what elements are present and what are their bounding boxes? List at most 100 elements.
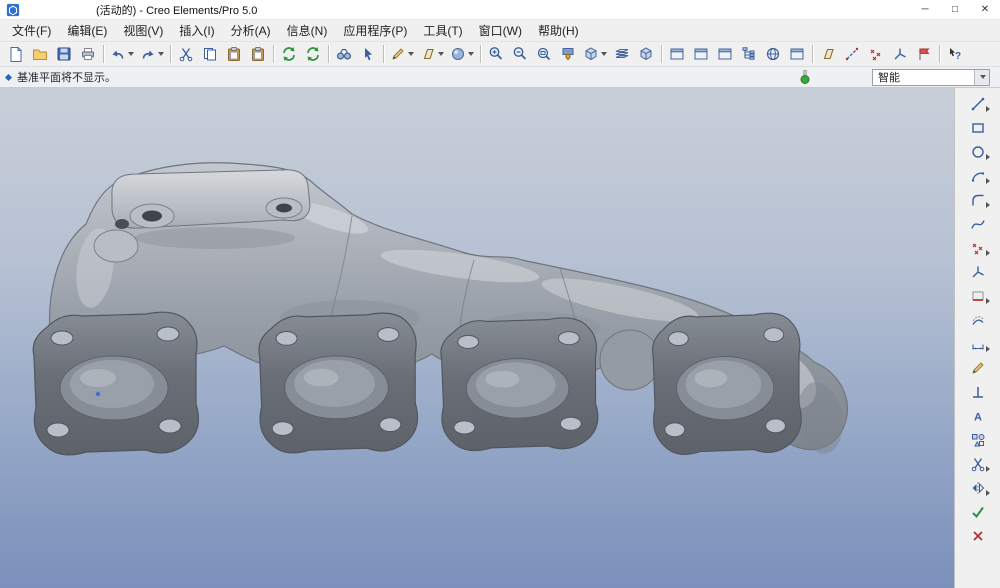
exhaust-flange-3[interactable]	[441, 318, 598, 451]
datum-plane-toggle-button[interactable]	[816, 43, 840, 65]
exhaust-manifold-model[interactable]	[0, 88, 954, 588]
render-style-button[interactable]	[447, 43, 477, 65]
resize-window-button[interactable]	[785, 43, 809, 65]
zoom-out-button[interactable]	[508, 43, 532, 65]
annotation-toggle-button[interactable]	[912, 43, 936, 65]
menu-info[interactable]: 信息(N)	[279, 20, 336, 41]
modify-tool-button[interactable]	[964, 356, 992, 380]
text-tool-button[interactable]	[964, 404, 992, 428]
copy-button[interactable]	[198, 43, 222, 65]
view-manager-button[interactable]	[634, 43, 658, 65]
datum-axis-toggle-button[interactable]	[840, 43, 864, 65]
arc-tool-button[interactable]	[964, 164, 992, 188]
menu-bar: 文件(F) 编辑(E) 视图(V) 插入(I) 分析(A) 信息(N) 应用程序…	[0, 20, 1000, 41]
coordinate-system-tool-button[interactable]	[964, 260, 992, 284]
exhaust-flange-1[interactable]	[33, 312, 198, 455]
custom-regenerate-button[interactable]	[301, 43, 325, 65]
refit-button[interactable]	[532, 43, 556, 65]
close-button[interactable]: ✕	[970, 0, 1000, 19]
layers-button[interactable]	[610, 43, 634, 65]
paste-special-button[interactable]	[246, 43, 270, 65]
redo-dropdown-icon[interactable]	[158, 52, 164, 56]
selection-filter-value: 智能	[878, 69, 900, 85]
render-style-dropdown-icon[interactable]	[468, 52, 474, 56]
cancel-tool-button[interactable]	[964, 524, 992, 548]
model-tree-button[interactable]	[737, 43, 761, 65]
undo-dropdown-icon[interactable]	[128, 52, 134, 56]
minimize-button[interactable]: ─	[910, 0, 940, 19]
activate-window-button[interactable]	[713, 43, 737, 65]
constraint-tool-button[interactable]	[964, 380, 992, 404]
spline-tool-button[interactable]	[964, 212, 992, 236]
done-button[interactable]	[964, 500, 992, 524]
exhaust-flange-2[interactable]	[259, 313, 418, 453]
trim-tool-button[interactable]	[964, 452, 992, 476]
browser-toggle-button[interactable]	[761, 43, 785, 65]
flyout-arrow-icon[interactable]	[986, 250, 990, 256]
open-folder-button[interactable]	[28, 43, 52, 65]
menu-tools[interactable]: 工具(T)	[415, 20, 470, 41]
paste-button[interactable]	[222, 43, 246, 65]
model-display-dropdown-icon[interactable]	[408, 52, 414, 56]
flyout-arrow-icon[interactable]	[986, 202, 990, 208]
datum-point-toggle-button[interactable]	[864, 43, 888, 65]
flyout-arrow-icon[interactable]	[986, 154, 990, 160]
flyout-arrow-icon[interactable]	[986, 106, 990, 112]
exhaust-flange-4[interactable]	[652, 313, 801, 454]
selection-filter-dropdown-button[interactable]	[974, 70, 989, 85]
toolbar-separator	[383, 45, 384, 63]
maximize-button[interactable]: □	[940, 0, 970, 19]
context-help-button[interactable]	[943, 43, 967, 65]
message-text: 基准平面将不显示。	[17, 69, 116, 85]
repaint-button[interactable]	[556, 43, 580, 65]
flyout-arrow-icon[interactable]	[986, 178, 990, 184]
saved-views-dropdown-icon[interactable]	[601, 52, 607, 56]
new-window-button[interactable]	[665, 43, 689, 65]
chevron-down-icon	[980, 75, 986, 79]
toolbar-separator	[812, 45, 813, 63]
menu-window[interactable]: 窗口(W)	[471, 20, 530, 41]
zoom-in-button[interactable]	[484, 43, 508, 65]
menu-edit[interactable]: 编辑(E)	[59, 20, 115, 41]
rectangle-tool-button[interactable]	[964, 116, 992, 140]
flyout-arrow-icon[interactable]	[986, 346, 990, 352]
new-file-button[interactable]	[4, 43, 28, 65]
menu-help[interactable]: 帮助(H)	[530, 20, 587, 41]
menu-applications[interactable]: 应用程序(P)	[335, 20, 415, 41]
selection-filter[interactable]: 智能	[872, 69, 990, 86]
close-window-button[interactable]	[689, 43, 713, 65]
use-edge-tool-button[interactable]	[964, 284, 992, 308]
menu-analysis[interactable]: 分析(A)	[223, 20, 279, 41]
menu-file[interactable]: 文件(F)	[4, 20, 59, 41]
mirror-tool-button[interactable]	[964, 476, 992, 500]
fillet-tool-button[interactable]	[964, 188, 992, 212]
regenerate-button[interactable]	[277, 43, 301, 65]
saved-views-button[interactable]	[580, 43, 610, 65]
csys-toggle-button[interactable]	[888, 43, 912, 65]
circle-tool-button[interactable]	[964, 140, 992, 164]
window-title: (活动的) - Creo Elements/Pro 5.0	[96, 2, 257, 18]
cut-button[interactable]	[174, 43, 198, 65]
model-display-button[interactable]	[387, 43, 417, 65]
print-button[interactable]	[76, 43, 100, 65]
datum-display-button[interactable]	[417, 43, 447, 65]
palette-tool-button[interactable]	[964, 428, 992, 452]
undo-button[interactable]	[107, 43, 137, 65]
point-tool-button[interactable]	[964, 236, 992, 260]
line-tool-button[interactable]	[964, 92, 992, 116]
flyout-arrow-icon[interactable]	[986, 466, 990, 472]
redo-button[interactable]	[137, 43, 167, 65]
message-bar-right: 智能	[798, 69, 994, 86]
window-controls: ─ □ ✕	[910, 0, 1000, 19]
dimension-tool-button[interactable]	[964, 332, 992, 356]
datum-display-dropdown-icon[interactable]	[438, 52, 444, 56]
menu-view[interactable]: 视图(V)	[115, 20, 171, 41]
menu-insert[interactable]: 插入(I)	[171, 20, 222, 41]
find-button[interactable]	[332, 43, 356, 65]
flyout-arrow-icon[interactable]	[986, 490, 990, 496]
select-items-button[interactable]	[356, 43, 380, 65]
save-button[interactable]	[52, 43, 76, 65]
flyout-arrow-icon[interactable]	[986, 298, 990, 304]
offset-edge-tool-button[interactable]	[964, 308, 992, 332]
model-viewport[interactable]	[0, 88, 954, 588]
